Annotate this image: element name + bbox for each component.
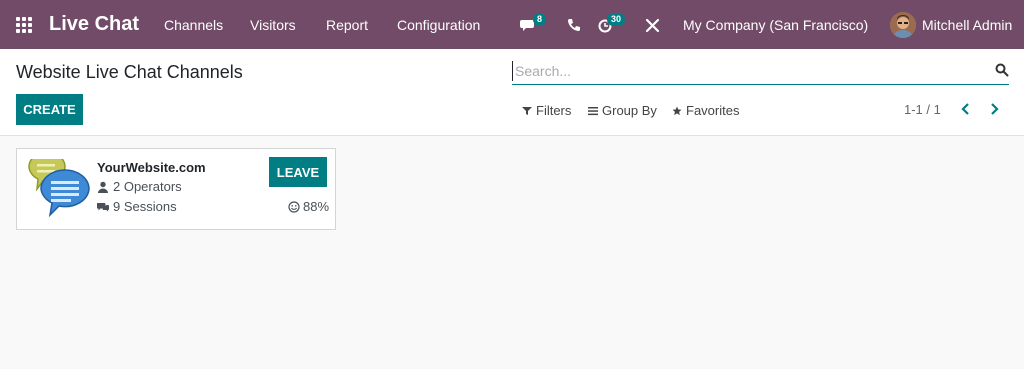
favorites-toggle[interactable]: Favorites: [672, 103, 739, 118]
channel-card[interactable]: YourWebsite.com 2 Operators 9 Sessions L…: [16, 148, 336, 230]
rating-value: 88%: [303, 199, 330, 214]
create-button[interactable]: CREATE: [16, 94, 83, 125]
pager-value[interactable]: 1-1 / 1: [904, 102, 941, 117]
filters-label: Filters: [536, 103, 572, 118]
sessions-line: 9 Sessions: [97, 199, 177, 214]
group-by-label: Group By: [602, 103, 657, 118]
activities-badge: 30: [607, 13, 626, 26]
leave-button[interactable]: LEAVE: [269, 157, 327, 187]
chat-bubbles-icon: [25, 151, 91, 218]
rating: 88%: [288, 199, 329, 214]
menu-report[interactable]: Report: [326, 17, 368, 33]
chevron-right-icon[interactable]: [986, 101, 1002, 117]
apps-icon[interactable]: [16, 17, 32, 33]
search-bar: [512, 58, 1009, 85]
avatar[interactable]: [890, 12, 916, 38]
operators-count: 2 Operators: [113, 179, 182, 194]
user-icon: [98, 181, 108, 193]
company-switcher[interactable]: My Company (San Francisco): [683, 17, 868, 33]
phone-icon[interactable]: [565, 16, 583, 34]
star-icon: [672, 106, 682, 115]
debug-icon[interactable]: [644, 16, 662, 34]
messages-badge: 8: [533, 13, 547, 26]
filters-toggle[interactable]: Filters: [522, 103, 571, 118]
search-icon[interactable]: [995, 63, 1009, 77]
filter-icon: [522, 106, 532, 115]
top-navbar: Live Chat Channels Visitors Report Confi…: [0, 0, 1024, 49]
control-panel: Website Live Chat Channels CREATE Filter…: [0, 49, 1024, 136]
group-by-toggle[interactable]: Group By: [588, 103, 657, 118]
menu-visitors[interactable]: Visitors: [250, 17, 296, 33]
page-title: Website Live Chat Channels: [16, 62, 243, 82]
group-by-icon: [588, 106, 598, 115]
channel-name[interactable]: YourWebsite.com: [97, 160, 206, 175]
menu-configuration[interactable]: Configuration: [397, 17, 480, 33]
user-menu[interactable]: Mitchell Admin: [922, 17, 1012, 33]
menu-channels[interactable]: Channels: [164, 17, 223, 33]
comments-icon: [97, 202, 109, 211]
smile-icon: [288, 200, 300, 213]
search-input[interactable]: [512, 61, 982, 81]
favorites-label: Favorites: [686, 103, 740, 118]
sessions-count: 9 Sessions: [113, 199, 177, 214]
chevron-left-icon[interactable]: [958, 101, 974, 117]
app-brand[interactable]: Live Chat: [49, 13, 139, 36]
operators-line: 2 Operators: [97, 179, 182, 194]
